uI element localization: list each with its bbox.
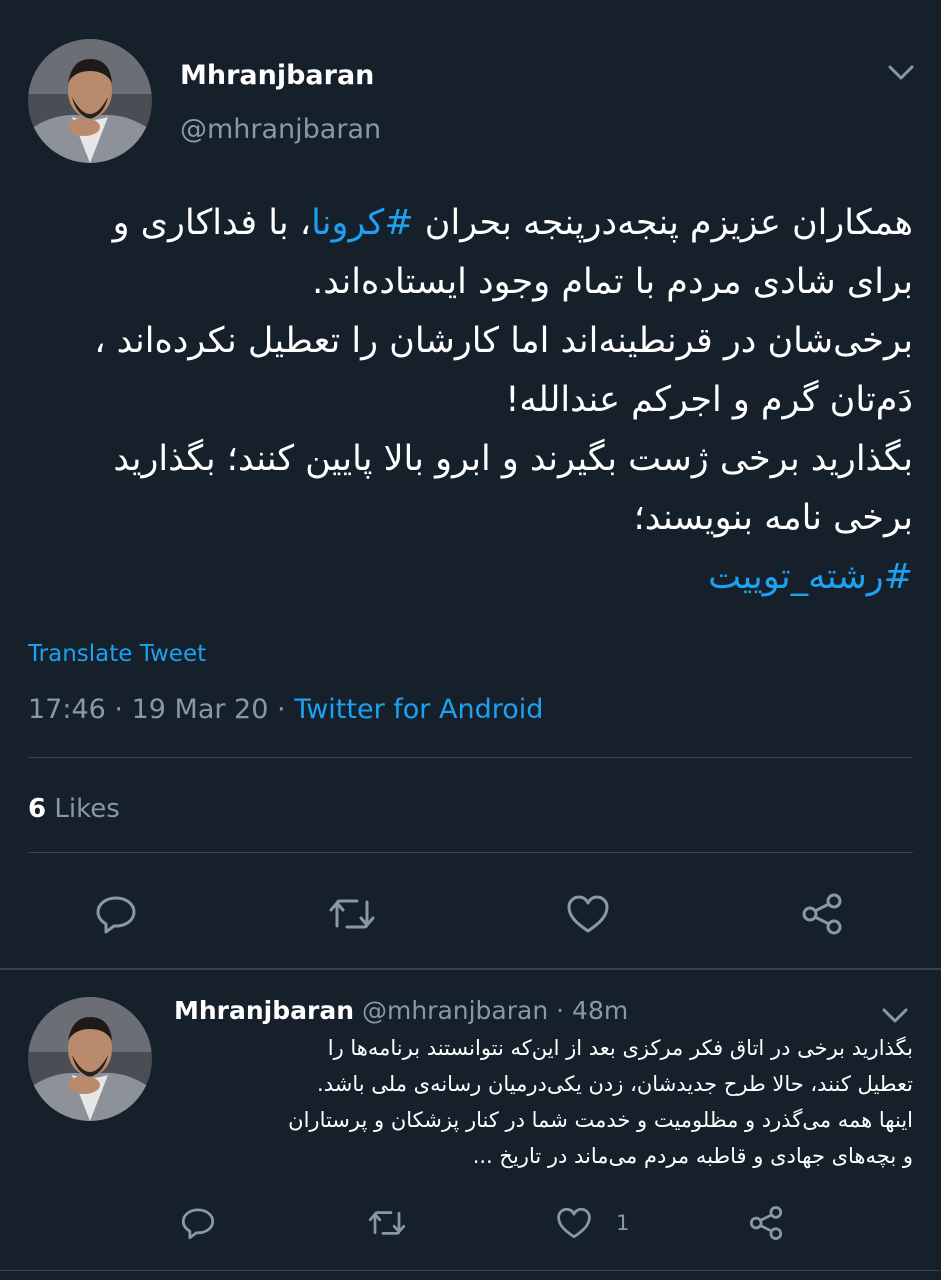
divider [28,852,913,853]
tweet-text: همکاران عزیزم پنجه‌درپنجه بحران #کرونا، … [28,194,913,607]
reply-line: و بچه‌های جهادی و قاطبه مردم می‌ماند در … [472,1144,913,1168]
reply-age: 48m [572,996,629,1025]
tweet-line: دَم‌تان گرم و اجرکم عندالله! [505,380,913,420]
hashtag-link[interactable]: #کرونا [311,203,414,243]
reply-like-button[interactable]: 1 [556,1203,636,1243]
share-icon [748,1205,784,1241]
like-icon [556,1206,592,1240]
thread-hashtag-link[interactable]: #رشته_توییت [708,557,913,597]
reply-avatar[interactable] [28,997,152,1121]
share-button[interactable] [796,888,848,940]
divider [28,757,913,758]
likes-stat[interactable]: 6 Likes [28,794,120,824]
like-icon [566,893,610,935]
reply-share-button[interactable] [746,1203,786,1243]
likes-label: Likes [54,794,120,824]
tweet-source-link[interactable]: Twitter for Android [294,694,543,725]
reply-reply-button[interactable] [178,1203,218,1243]
retweet-icon [367,1205,407,1241]
meta-separator: · [556,996,565,1025]
handle[interactable]: @mhranjbaran [180,114,381,145]
tweet-time: 17:46 [28,694,106,725]
reply-button[interactable] [90,888,142,940]
reply-line: بگذارید برخی در اتاق فکر مرکزی بعد از ای… [327,1036,913,1060]
reply-icon [180,1205,216,1241]
reply-header: Mhranjbaran @mhranjbaran · 48m [174,996,628,1025]
reply-display-name[interactable]: Mhranjbaran [174,996,354,1025]
tweet-line: برای شادی مردم با تمام وجود ایستاده‌اند. [312,262,913,302]
tweet-line: بگذارید برخی ژست بگیرند و ابرو بالا پایی… [113,439,913,479]
tweet-line: همکاران عزیزم پنجه‌درپنجه بحران #کرونا، … [28,194,913,253]
avatar[interactable] [28,39,152,163]
likes-count: 6 [28,794,47,824]
meta-separator: · [114,694,123,725]
retweet-icon [327,892,377,936]
reply-line: تعطیل کنند، حالا طرح جدیدشان، زدن یکی‌در… [317,1072,913,1096]
like-button[interactable] [562,888,614,940]
tweet-date: 19 Mar 20 [131,694,269,725]
reply-handle[interactable]: @mhranjbaran [362,996,548,1025]
like-count: 1 [616,1211,630,1235]
reply-line: اینها همه می‌گذرد و مظلومیت و خدمت شما د… [288,1108,913,1132]
divider [0,968,941,970]
divider [0,1270,941,1271]
meta-separator: · [277,694,286,725]
tweet-line: برخی‌شان در قرنطینه‌اند اما کارشان را تع… [94,321,913,361]
reply-retweet-button[interactable] [366,1203,408,1243]
tweet-meta: 17:46 · 19 Mar 20 · Twitter for Android [28,694,543,725]
tweet-line: برخی نامه بنویسند؛ [633,498,913,538]
translate-tweet-link[interactable]: Translate Tweet [28,641,206,667]
reply-text: بگذارید برخی در اتاق فکر مرکزی بعد از ای… [183,1030,913,1174]
retweet-button[interactable] [326,888,378,940]
tweet-text-part: همکاران عزیزم پنجه‌درپنجه بحران [413,203,913,243]
reply-icon [94,892,138,936]
tweet-text-part: ، با فداکاری و [112,203,312,243]
chevron-down-icon[interactable] [880,1006,910,1030]
display-name[interactable]: Mhranjbaran [180,60,374,91]
chevron-down-icon[interactable] [886,62,916,88]
share-icon [800,892,844,936]
